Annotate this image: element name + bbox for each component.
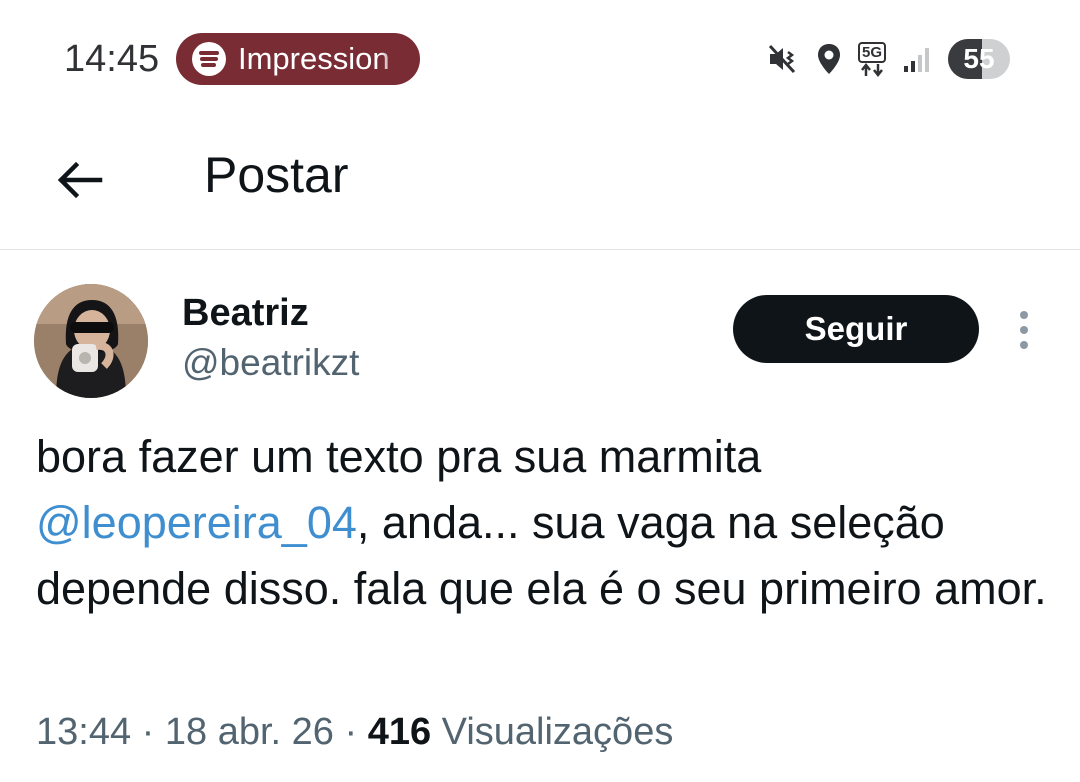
views-label[interactable]: Visualizações	[442, 711, 674, 753]
page-title: Postar	[204, 147, 349, 203]
post-time[interactable]: 13:44	[36, 711, 131, 753]
arrow-left-icon	[57, 161, 103, 199]
post-meta: 13:44 · 18 abr. 26 · 416 Visualizações	[36, 711, 673, 754]
network-type-label: 5G	[857, 41, 886, 63]
signal-icon	[902, 44, 932, 74]
header: Postar	[0, 110, 1080, 250]
battery-level: 55	[963, 43, 995, 74]
author-name[interactable]: Beatriz	[182, 292, 309, 335]
post-text-start: bora fazer um texto pra sua marmita	[36, 431, 762, 482]
meta-separator: ·	[141, 711, 155, 753]
status-time: 14:45	[64, 38, 160, 80]
status-icons: 5G 55	[766, 38, 1010, 80]
post-text: bora fazer um texto pra sua marmita @leo…	[36, 424, 1056, 622]
views-count[interactable]: 416	[368, 711, 431, 753]
meta-separator: ·	[344, 711, 358, 753]
media-pill[interactable]: Impression	[176, 33, 420, 85]
battery-icon: 55	[948, 39, 1010, 79]
author-handle[interactable]: @beatrikzt	[182, 342, 359, 384]
5g-data-icon: 5G	[857, 41, 886, 77]
follow-button[interactable]: Seguir	[733, 295, 979, 363]
back-button[interactable]	[50, 150, 110, 210]
mute-vibrate-icon	[766, 42, 800, 76]
avatar[interactable]	[34, 284, 148, 398]
media-pill-label: Impression	[238, 41, 390, 76]
more-options-icon[interactable]	[1008, 308, 1040, 352]
mention-link[interactable]: @leopereira_04	[36, 497, 357, 548]
post-author-row: Beatriz @beatrikzt Seguir	[0, 282, 1080, 402]
status-bar: 14:45 Impression 5G 55	[0, 0, 1080, 110]
spotify-icon	[192, 42, 226, 76]
location-icon	[816, 42, 842, 76]
post-date[interactable]: 18 abr. 26	[165, 711, 334, 753]
